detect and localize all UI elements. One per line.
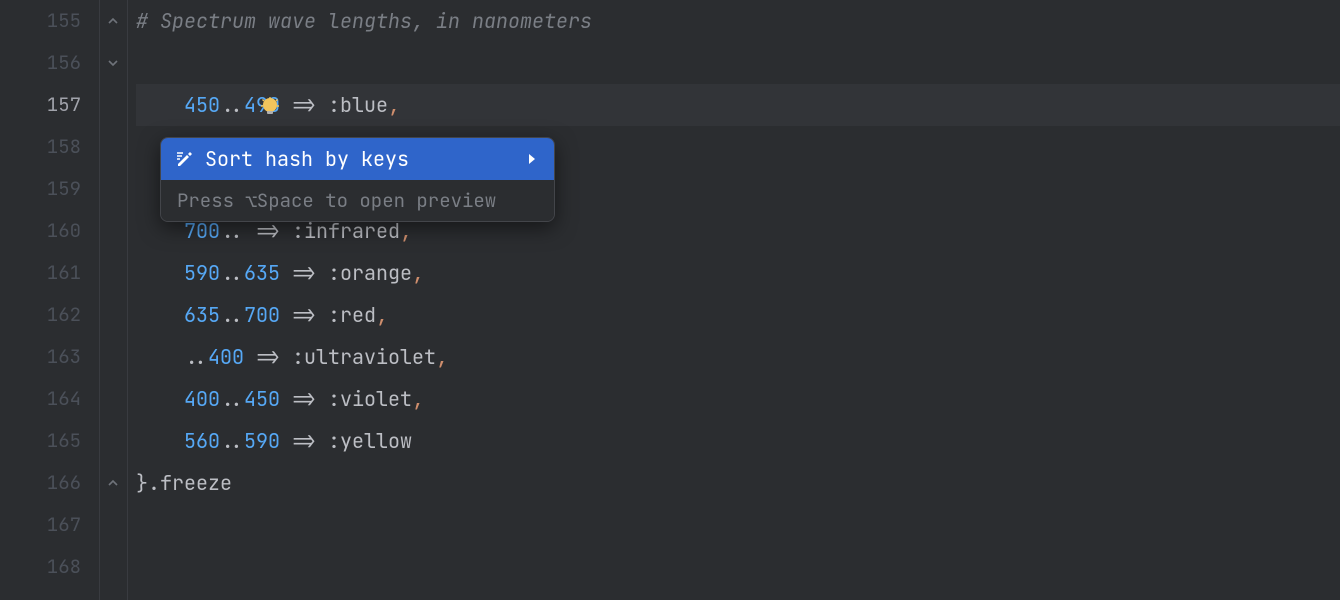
intention-action-label: Sort hash by keys [205,146,516,172]
symbol-colon: : [328,386,340,412]
range-operator: .. [220,260,244,286]
method-call: freeze [160,470,232,496]
line-number[interactable]: 156 [0,42,81,84]
symbol-colon: : [328,260,340,286]
code-line[interactable] [136,504,1340,546]
symbol-colon: : [328,92,340,118]
code-line-active[interactable]: 450..490 => :blue, [136,84,1340,126]
hashrocket: => [280,302,328,328]
hashrocket: => [280,92,328,118]
comma: , [412,260,424,286]
line-number[interactable]: 165 [0,420,81,462]
code-line[interactable]: 635..700 => :red, [136,294,1340,336]
code-line[interactable]: 590..635 => :orange, [136,252,1340,294]
indent [136,260,184,286]
code-line[interactable]: WAVELENGTHS = { [136,42,1340,84]
comma: , [412,386,424,412]
code-line[interactable]: 400..450 => :violet, [136,378,1340,420]
symbol-name: red [340,302,376,328]
symbol-name: violet [340,386,412,412]
number-literal: 590 [244,428,280,454]
comma: , [436,344,448,370]
number-literal: 560 [184,428,220,454]
hashrocket: => [280,386,328,412]
symbol-colon: : [328,428,340,454]
line-number[interactable]: 166 [0,462,81,504]
number-literal: 635 [184,302,220,328]
comma: , [376,302,388,328]
indent [136,302,184,328]
number-literal: 450 [244,386,280,412]
indent [136,386,184,412]
comment-text: # Spectrum wave lengths, in nanometers [136,8,592,34]
number-literal: 400 [184,386,220,412]
code-line[interactable]: 560..590 => :yellow [136,420,1340,462]
line-number[interactable]: 159 [0,168,81,210]
range-operator: .. [220,428,244,454]
brace-close: } [136,470,148,496]
line-number[interactable]: 163 [0,336,81,378]
line-number[interactable]: 157 [0,84,81,126]
symbol-name: yellow [340,428,412,454]
edit-icon [175,149,195,169]
range-operator: .. [184,344,208,370]
intention-hint-text: Press ⌥Space to open preview [161,180,554,221]
code-line[interactable] [136,546,1340,588]
line-number[interactable]: 168 [0,546,81,588]
line-number[interactable]: 161 [0,252,81,294]
symbol-colon: : [328,302,340,328]
intention-popup: Sort hash by keys Press ⌥Space to open p… [160,137,555,222]
hashrocket: => [280,260,328,286]
chevron-right-icon [526,146,538,172]
line-number[interactable]: 155 [0,0,81,42]
line-number[interactable]: 160 [0,210,81,252]
code-area[interactable]: # Spectrum wave lengths, in nanometers W… [128,0,1340,600]
line-number-gutter: 155 156 157 158 159 160 161 162 163 164 … [0,0,100,600]
symbol-colon: : [292,344,304,370]
hashrocket: => [244,344,292,370]
fold-toggle-icon[interactable] [104,54,122,72]
hashrocket: => [280,428,328,454]
line-number[interactable]: 167 [0,504,81,546]
comma: , [388,92,400,118]
number-literal: 590 [184,260,220,286]
code-line[interactable]: # Spectrum wave lengths, in nanometers [136,0,1340,42]
line-number[interactable]: 164 [0,378,81,420]
indent [136,428,184,454]
code-line[interactable]: ..400 => :ultraviolet, [136,336,1340,378]
number-literal: 400 [208,344,244,370]
line-number[interactable]: 162 [0,294,81,336]
symbol-name: blue [340,92,388,118]
dot: . [148,470,160,496]
line-number[interactable]: 158 [0,126,81,168]
symbol-name: ultraviolet [304,344,436,370]
intention-action-sort-hash[interactable]: Sort hash by keys [161,138,554,180]
code-editor: 155 156 157 158 159 160 161 162 163 164 … [0,0,1340,600]
range-operator: .. [220,386,244,412]
number-literal: 635 [244,260,280,286]
indent [136,344,184,370]
fold-gutter [100,0,128,600]
number-literal: 700 [244,302,280,328]
code-line[interactable]: }.freeze [136,462,1340,504]
fold-toggle-icon[interactable] [104,12,122,30]
symbol-name: orange [340,260,412,286]
range-operator: .. [220,302,244,328]
fold-toggle-icon[interactable] [104,474,122,492]
